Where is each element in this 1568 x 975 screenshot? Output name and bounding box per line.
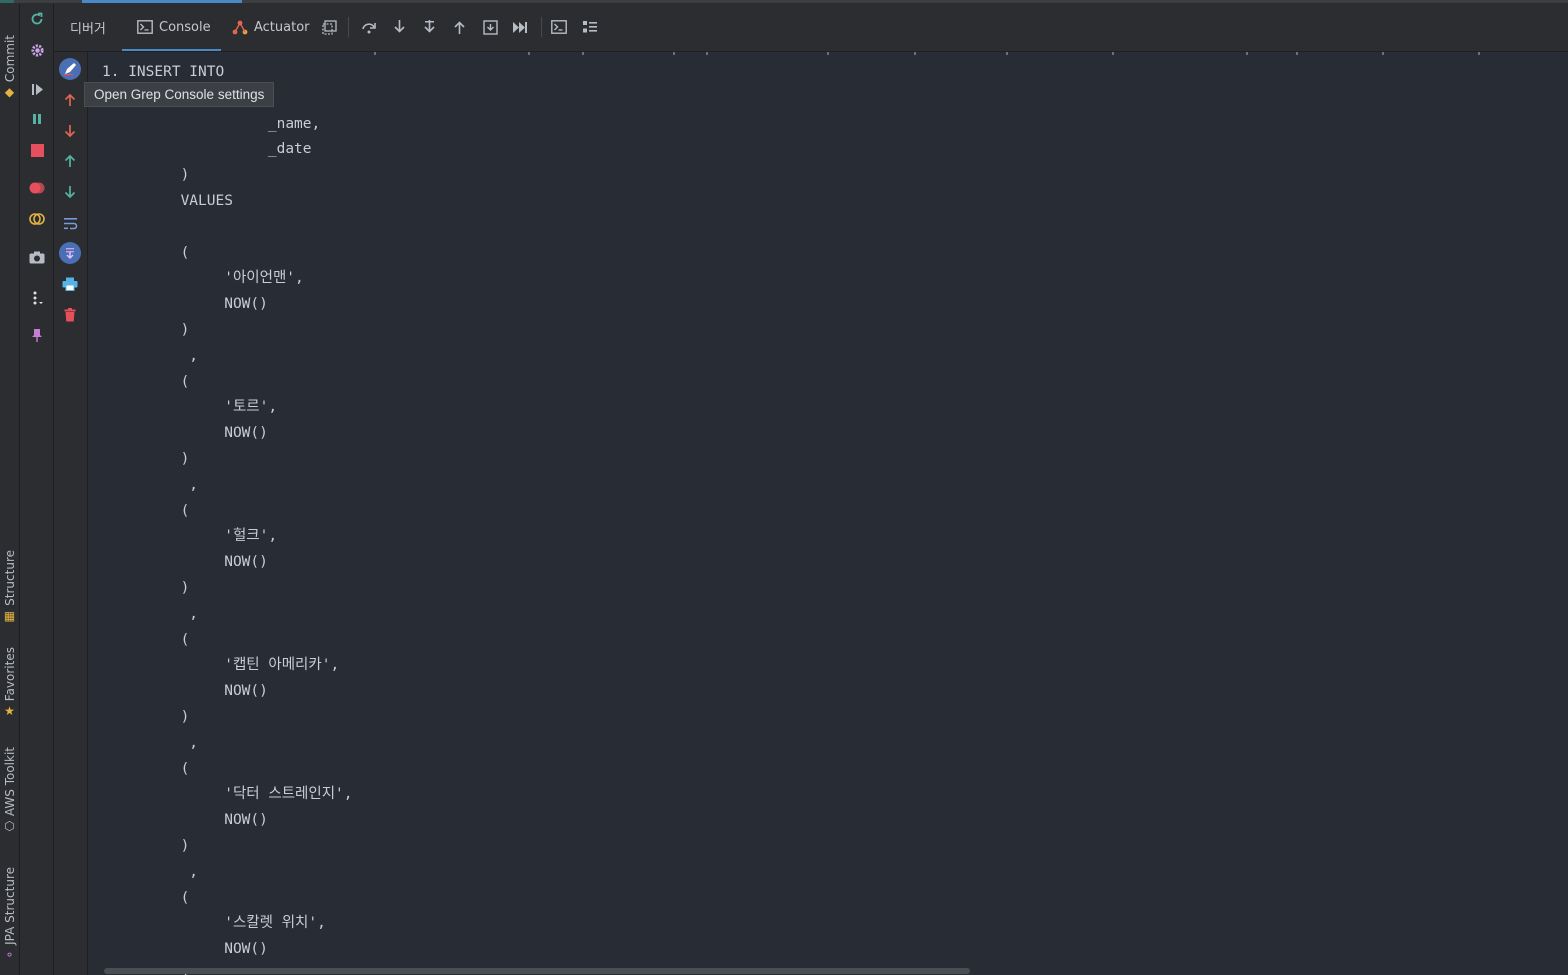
console-line: _name, [102,115,321,132]
console-line: NOW() [102,941,268,958]
tool-window-favorites[interactable]: Favorites ★ [0,647,19,717]
up-stack-frame-icon[interactable] [59,89,81,111]
console-line: VALUES [102,192,233,209]
tool-window-commit[interactable]: Commit ◆ [0,35,19,98]
console-line: ( [102,502,190,519]
console-line: 1. INSERT INTO [102,64,225,80]
console-line: ) [102,450,190,467]
tab-console[interactable]: Console [122,3,221,51]
debug-controls [20,3,54,975]
console-icon [137,20,153,34]
tab-debugger[interactable]: 디버거 [70,3,106,51]
pause-icon[interactable] [27,109,47,129]
toolbar-separator [541,17,542,37]
console-line: ( [102,631,190,648]
console-line: ) [102,579,190,596]
console-line: , [102,476,199,493]
console-side-toolbar [54,52,88,975]
console-line: NOW() [102,425,268,442]
step-out-icon[interactable] [449,17,469,37]
mute-breakpoints-icon[interactable] [27,209,47,229]
soft-wrap-icon[interactable] [59,212,81,234]
settings-gear-icon[interactable] [27,40,47,60]
star-icon: ★ [4,704,15,719]
commit-icon: ◆ [4,85,15,100]
console-line: , [102,347,199,364]
grep-console-tooltip: Open Grep Console settings [84,82,275,107]
cube-icon: ⬡ [4,819,15,834]
step-into-icon[interactable] [389,17,409,37]
console-line: '아이언맨', [102,270,304,287]
console-line: ( [102,889,190,906]
stop-icon[interactable] [27,140,47,160]
tool-window-jpa-structure[interactable]: JPA Structure ⚬ [0,867,19,961]
console-line: NOW() [102,812,268,829]
actuator-icon [232,20,248,34]
console-line: NOW() [102,683,268,700]
tab-actuator-label: Actuator [254,19,310,35]
favorites-label: Favorites [2,647,17,702]
pin-icon[interactable] [27,325,47,345]
console-line: '스칼렛 위치', [102,915,326,932]
console-line: ) [102,837,190,854]
console-line: , [102,863,199,880]
console-line: '헐크', [102,528,278,545]
tool-window-aws-toolkit[interactable]: AWS Toolkit ⬡ [0,747,19,832]
next-occurrence-icon[interactable] [59,181,81,203]
toolbar-separator [348,17,349,37]
truncated-line-marks [374,52,1480,55]
grep-console-settings-icon[interactable] [59,58,81,80]
tab-debugger-label: 디버거 [70,21,106,37]
tab-actuator[interactable]: Actuator [232,3,310,51]
scroll-to-end-icon[interactable] [59,242,81,264]
console-line: ( [102,244,190,261]
rerun-icon[interactable] [27,9,47,29]
console-output[interactable]: 1. INSERT INTO _name, _date ) VALUES ( '… [88,52,1568,975]
console-line: '토르', [102,399,278,416]
console-line: ) [102,708,190,725]
force-step-into-icon[interactable] [419,17,439,37]
tool-window-structure[interactable]: Structure ▦ [0,550,19,622]
more-options-icon[interactable] [27,288,47,308]
jpa-structure-label: JPA Structure [2,867,17,945]
console-line: ) [102,321,190,338]
commit-label: Commit [2,35,17,83]
console-line: , [102,605,199,622]
evaluate-expression-icon[interactable] [549,17,569,37]
restore-layout-icon[interactable] [319,17,339,37]
trace-list-icon[interactable] [580,17,600,37]
console-line: '닥터 스트레인지', [102,786,353,803]
down-stack-frame-icon[interactable] [59,120,81,142]
console-line: '캡틴 아메리카', [102,657,340,674]
step-over-icon[interactable] [359,17,379,37]
resume-icon[interactable] [27,79,47,99]
camera-icon[interactable] [27,247,47,267]
console-line: , [102,734,199,751]
jpa-icon: ⚬ [4,947,15,962]
structure-icon: ▦ [3,608,16,623]
previous-occurrence-icon[interactable] [59,150,81,172]
drop-frame-icon[interactable] [480,17,500,37]
structure-label: Structure [2,550,17,606]
console-text: 1. INSERT INTO _name, _date ) VALUES ( '… [102,60,353,975]
horizontal-scrollbar[interactable] [104,968,970,974]
print-icon[interactable] [59,273,81,295]
console-line: ( [102,373,190,390]
tab-console-label: Console [159,19,211,35]
clear-all-trash-icon[interactable] [59,304,81,326]
view-breakpoints-icon[interactable] [27,178,47,198]
debug-toolbar: 디버거 Console Actuator [54,3,1568,52]
console-line: NOW() [102,554,268,571]
run-to-cursor-icon[interactable] [510,17,530,37]
console-line: ( [102,760,190,777]
console-line: ) [102,167,190,184]
aws-toolkit-label: AWS Toolkit [2,747,17,817]
tool-window-strip: Commit ◆ Structure ▦ Favorites ★ AWS Too… [0,3,20,975]
console-line: _date [102,141,312,158]
console-line: NOW() [102,296,268,313]
